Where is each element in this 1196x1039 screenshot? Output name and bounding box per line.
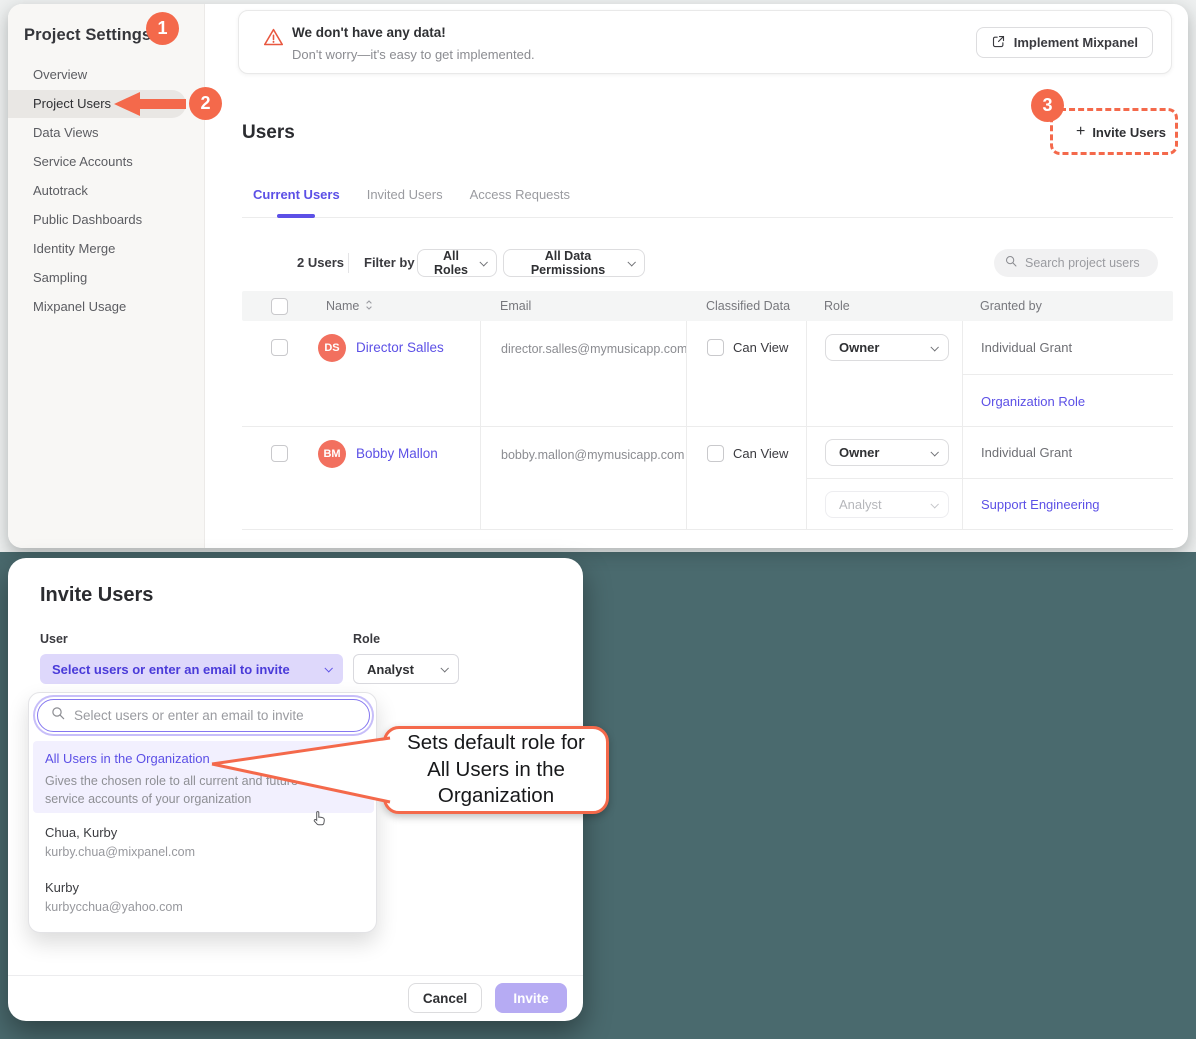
user-email: director.salles@mymusicapp.com [480, 321, 686, 427]
user-select-value: Select users or enter an email to invite [52, 662, 290, 677]
tab-access-requests[interactable]: Access Requests [470, 176, 570, 218]
external-link-icon [991, 34, 1006, 52]
implement-mixpanel-label: Implement Mixpanel [1014, 35, 1138, 50]
sidebar-item-overview[interactable]: Overview [8, 61, 186, 89]
roles-filter-select[interactable]: All Roles [417, 249, 497, 277]
sidebar-item-service-accounts[interactable]: Service Accounts [8, 148, 186, 176]
users-section-title: Users [242, 122, 295, 144]
tab-current-users[interactable]: Current Users [253, 176, 340, 218]
chevron-down-icon [479, 258, 487, 266]
granted-by-link[interactable]: Organization Role [981, 394, 1085, 409]
modal-title: Invite Users [40, 584, 153, 607]
chevron-down-icon [930, 448, 938, 456]
no-data-banner: We don't have any data! Don't worry—it's… [238, 10, 1172, 74]
project-settings-window: Project Settings Overview Project Users … [8, 4, 1188, 548]
annotation-highlight-box [1050, 108, 1178, 155]
role-select-disabled: Analyst [825, 491, 949, 518]
can-view-label: Can View [733, 340, 788, 355]
annotation-arrow-left-icon [114, 92, 186, 116]
settings-sidebar: Project Settings Overview Project Users … [8, 4, 205, 548]
avatar: DS [318, 334, 346, 362]
role-select[interactable]: Owner [825, 334, 949, 361]
user-email: bobby.mallon@mymusicapp.com [480, 427, 686, 530]
chevron-down-icon [930, 500, 938, 508]
annotation-step-2: 2 [189, 87, 222, 120]
table-row: DS Director Salles director.salles@mymus… [242, 321, 1173, 427]
column-header-name[interactable]: Name [316, 291, 480, 321]
users-table: Name Email Classified Data Role Granted … [242, 291, 1173, 530]
permissions-filter-value: All Data Permissions [516, 249, 620, 277]
annotation-step-1: 1 [146, 12, 179, 45]
column-header-granted-by: Granted by [962, 291, 1173, 321]
chevron-down-icon [930, 343, 938, 351]
tab-invited-users[interactable]: Invited Users [367, 176, 443, 218]
user-name-link[interactable]: Bobby Mallon [356, 446, 438, 461]
user-select-control[interactable]: Select users or enter an email to invite [40, 654, 343, 684]
option-user-email: kurby.chua@mixpanel.com [45, 845, 195, 859]
granted-by-link[interactable]: Support Engineering [981, 497, 1100, 512]
sidebar-item-public-dashboards[interactable]: Public Dashboards [8, 206, 186, 234]
role-select-control[interactable]: Analyst [353, 654, 459, 684]
sidebar-item-identity-merge[interactable]: Identity Merge [8, 235, 186, 263]
banner-title: We don't have any data! [292, 25, 446, 40]
chevron-down-icon [324, 664, 332, 672]
dropdown-search-input[interactable] [74, 708, 354, 723]
select-all-checkbox[interactable] [271, 298, 288, 315]
permissions-filter-select[interactable]: All Data Permissions [503, 249, 645, 277]
option-user[interactable]: Chua, Kurby kurby.chua@mixpanel.com [45, 825, 195, 859]
role-select[interactable]: Owner [825, 439, 949, 466]
page-title: Project Settings [24, 26, 151, 45]
table-header: Name Email Classified Data Role Granted … [242, 291, 1173, 321]
user-name-link[interactable]: Director Salles [356, 340, 444, 355]
sidebar-item-sampling[interactable]: Sampling [8, 264, 186, 292]
cancel-button[interactable]: Cancel [408, 983, 482, 1013]
callout-tail [206, 730, 392, 810]
sort-icon [365, 299, 373, 314]
screenshot-root: Project Settings Overview Project Users … [0, 0, 1196, 1039]
filter-by-label: Filter by [364, 255, 415, 270]
granted-by-value: Individual Grant [981, 340, 1072, 355]
divider [348, 253, 349, 273]
row-checkbox[interactable] [271, 339, 288, 356]
callout-bubble: Sets default role for All Users in the O… [383, 726, 609, 814]
user-field-label: User [40, 632, 68, 646]
banner-subtitle: Don't worry—it's easy to get implemented… [292, 47, 535, 62]
warning-icon [263, 27, 284, 53]
column-header-role: Role [806, 291, 962, 321]
column-header-email: Email [480, 291, 686, 321]
annotation-step-3: 3 [1031, 89, 1064, 122]
role-field-label: Role [353, 632, 380, 646]
option-user-name: Kurby [45, 880, 183, 895]
implement-mixpanel-button[interactable]: Implement Mixpanel [976, 27, 1153, 58]
can-view-checkbox[interactable] [707, 339, 724, 356]
row-checkbox[interactable] [271, 445, 288, 462]
option-user-name: Chua, Kurby [45, 825, 195, 840]
can-view-checkbox[interactable] [707, 445, 724, 462]
invite-button[interactable]: Invite [495, 983, 567, 1013]
chevron-down-icon [440, 664, 448, 672]
divider [8, 975, 583, 976]
search-input[interactable] [1025, 256, 1145, 270]
table-row: BM Bobby Mallon bobby.mallon@mymusicapp.… [242, 427, 1173, 530]
user-select-dropdown: All Users in the Organization Gives the … [28, 692, 377, 933]
granted-by-value: Individual Grant [981, 445, 1072, 460]
search-project-users [994, 249, 1158, 277]
cursor-hand-icon [311, 809, 329, 832]
search-icon [50, 705, 66, 726]
sidebar-item-mixpanel-usage[interactable]: Mixpanel Usage [8, 293, 186, 321]
dropdown-search [37, 699, 370, 732]
sidebar-item-data-views[interactable]: Data Views [8, 119, 186, 147]
column-header-classified-data: Classified Data [686, 291, 806, 321]
roles-filter-value: All Roles [430, 249, 472, 277]
option-user[interactable]: Kurby kurbycchua@yahoo.com [45, 880, 183, 914]
role-select-value: Analyst [367, 662, 414, 677]
user-count: 2 Users [297, 255, 344, 270]
avatar: BM [318, 440, 346, 468]
sidebar-item-autotrack[interactable]: Autotrack [8, 177, 186, 205]
can-view-label: Can View [733, 446, 788, 461]
search-icon [1004, 254, 1018, 273]
users-tabs: Current Users Invited Users Access Reque… [242, 176, 1173, 218]
chevron-down-icon [627, 258, 635, 266]
option-user-email: kurbycchua@yahoo.com [45, 900, 183, 914]
